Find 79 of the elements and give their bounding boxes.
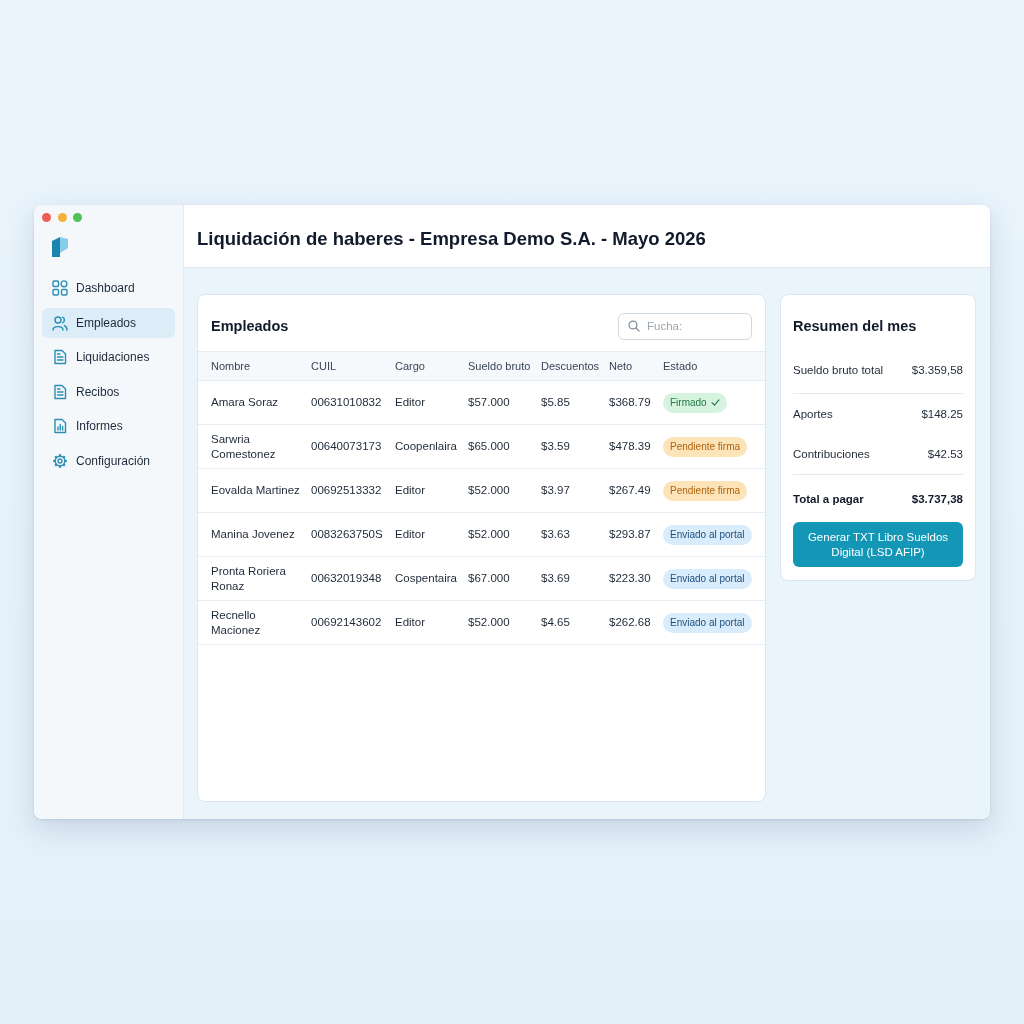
table-cell-text: $52.000 bbox=[468, 527, 511, 542]
sidebar-item[interactable]: Configuración bbox=[42, 445, 175, 476]
table-cell-text: $5.85 bbox=[541, 395, 571, 410]
sidebar-item[interactable]: Empleados bbox=[42, 307, 175, 338]
table-cell-text: 00692143602 bbox=[311, 615, 383, 630]
table-cell-text: $4.65 bbox=[541, 615, 571, 630]
summary-label: Aportes bbox=[793, 407, 833, 421]
table-cell-text: Manina Jovenez bbox=[210, 527, 296, 542]
table-cell-text: Eovalda Martinez bbox=[210, 483, 301, 498]
table-cell-text: Editor bbox=[395, 615, 427, 630]
table-cell-text: 00640073173 bbox=[311, 439, 383, 454]
sidebar-item[interactable]: Recibos bbox=[42, 376, 175, 407]
table-cell-text: 00631010832 bbox=[311, 395, 383, 410]
summary-label: Sueldo bruto total bbox=[793, 363, 884, 377]
status-label: Pendiente firma bbox=[670, 441, 741, 453]
table-cell-text: $262.68 bbox=[609, 615, 652, 630]
sidebar-item[interactable]: Informes bbox=[42, 411, 175, 441]
logo-icon bbox=[52, 237, 68, 257]
summary-label: Total a pagar bbox=[793, 492, 864, 506]
table-cell-text: $223.30 bbox=[609, 571, 652, 586]
table-cell-text: $67.000 bbox=[468, 571, 511, 586]
summary-value: $42.53 bbox=[927, 447, 963, 461]
status-label: Firmado bbox=[670, 397, 707, 409]
column-header: Neto bbox=[609, 360, 634, 372]
search-icon bbox=[628, 320, 640, 332]
summary-value: $148.25 bbox=[921, 407, 963, 421]
column-header: CUIL bbox=[311, 360, 338, 372]
maximize-icon[interactable] bbox=[73, 213, 82, 222]
table-cell-text: $3.59 bbox=[541, 439, 571, 454]
document-icon bbox=[52, 349, 68, 365]
document-icon bbox=[52, 383, 68, 400]
table-cell-text: Pronta Roriera Ronaz bbox=[210, 563, 287, 594]
card-title: Resumen del mes bbox=[793, 318, 917, 334]
table-cell-text: Coopenlaira bbox=[395, 439, 458, 454]
column-header: Sueldo bruto bbox=[468, 360, 532, 372]
sidebar-item[interactable]: Liquidaciones bbox=[42, 342, 175, 372]
column-header: Descuentos bbox=[541, 360, 601, 372]
card-title: Empleados bbox=[211, 318, 289, 334]
table-cell-text: $267.49 bbox=[609, 483, 652, 498]
table-cell-text: Cospentaira bbox=[395, 571, 458, 586]
table-cell-text: Recnello Macionez bbox=[210, 607, 262, 638]
minimize-icon[interactable] bbox=[57, 213, 67, 222]
table-cell-text: $293.87 bbox=[609, 527, 652, 542]
table-cell-text: $368.79 bbox=[609, 395, 652, 410]
column-header: Nombre bbox=[210, 360, 252, 372]
table-cell-text: 00692513332 bbox=[311, 483, 383, 498]
sidebar-item[interactable]: Dashboard bbox=[42, 273, 175, 303]
page-title: Liquidación de haberes - Empresa Demo S.A. - Mayo 2026 bbox=[197, 228, 706, 250]
table-cell-text: $3.63 bbox=[541, 527, 571, 542]
status-label: Enviado al portal bbox=[670, 617, 745, 629]
people-icon bbox=[52, 314, 68, 331]
table-cell-text: $3.69 bbox=[541, 571, 571, 586]
status-label: Enviado al portal bbox=[670, 573, 745, 585]
table-cell-text: $3.97 bbox=[541, 483, 571, 498]
table-cell-text: Sarwria Comestonez bbox=[210, 431, 277, 462]
table-cell-text: $52.000 bbox=[468, 483, 511, 498]
table-cell-text: $52.000 bbox=[468, 615, 511, 630]
status-label: Enviado al portal bbox=[670, 529, 745, 541]
table-cell-text: Editor bbox=[395, 527, 427, 542]
table-cell-text: Editor bbox=[395, 395, 427, 410]
table-cell-text: $478.39 bbox=[609, 439, 652, 454]
column-header: Estado bbox=[663, 360, 699, 372]
summary-value: $3.359,58 bbox=[911, 363, 963, 377]
table-cell-text: $57.000 bbox=[468, 395, 511, 410]
search-field[interactable]: Fucha: bbox=[618, 312, 752, 340]
check-icon bbox=[710, 399, 720, 407]
grid-icon bbox=[52, 280, 68, 296]
settings-icon bbox=[52, 452, 68, 469]
status-label: Pendiente firma bbox=[670, 485, 741, 497]
summary-label: Contribuciones bbox=[793, 447, 870, 461]
table-cell-text: 00632019348 bbox=[311, 571, 383, 586]
table-cell-text: $65.000 bbox=[468, 439, 511, 454]
table-cell-text: Amara Soraz bbox=[210, 395, 280, 410]
table-cell-text: Editor bbox=[395, 483, 427, 498]
table-cell-text: 0083263750S bbox=[311, 527, 384, 542]
summary-value: $3.737,38 bbox=[911, 492, 963, 506]
chart-document-icon bbox=[52, 418, 68, 434]
close-icon[interactable] bbox=[42, 213, 51, 222]
column-header: Cargo bbox=[395, 360, 426, 372]
